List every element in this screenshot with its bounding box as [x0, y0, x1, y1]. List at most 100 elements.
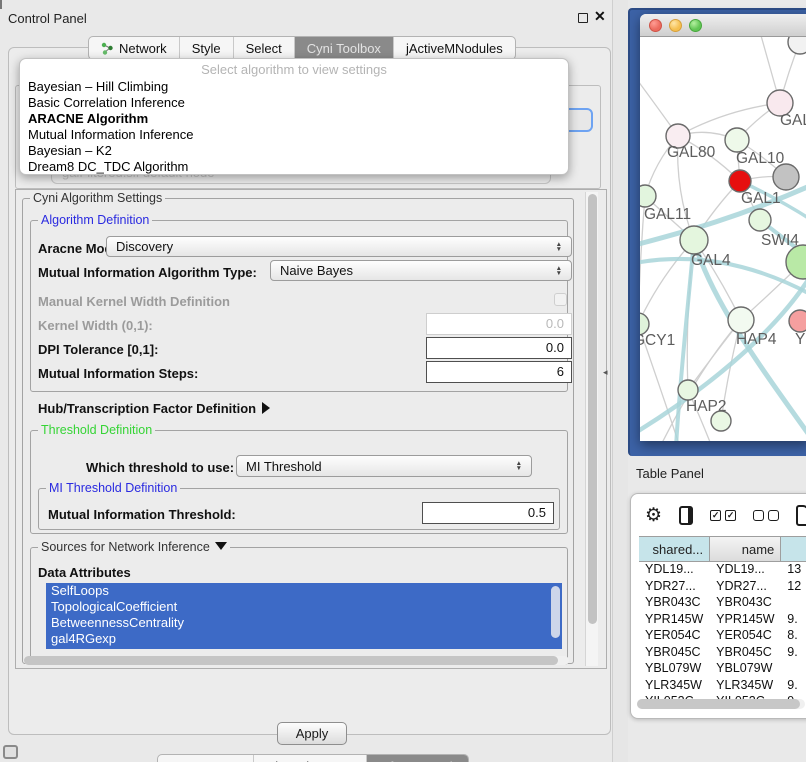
- data-attributes-list[interactable]: SelfLoopsTopologicalCoefficientBetweenne…: [46, 583, 562, 649]
- dpi-tolerance-field[interactable]: 0.0: [426, 337, 572, 359]
- table-row[interactable]: YDL19...YDL19...13: [639, 562, 806, 579]
- network-node-n6[interactable]: [773, 164, 799, 190]
- table-row[interactable]: YBL079WYBL079W: [639, 661, 806, 678]
- network-icon: [101, 42, 114, 55]
- group-title: Cyni Algorithm Settings: [30, 191, 165, 205]
- mi-threshold-label: Mutual Information Threshold:: [48, 507, 236, 522]
- mi-type-combo[interactable]: Naive Bayes ▲▼: [270, 260, 572, 281]
- table-cell: 9.: [781, 645, 806, 662]
- screen: Control Panel ✕ galFiltered.sif default …: [0, 0, 806, 762]
- table-cell: YBR043C: [710, 595, 781, 612]
- column-header-shared...[interactable]: shared...: [639, 537, 710, 561]
- node-label-GAL4: GAL4: [691, 252, 731, 269]
- attribute-item-selected[interactable]: TopologicalCoefficient: [46, 599, 562, 615]
- gear-icon[interactable]: ⚙: [645, 504, 662, 527]
- manual-kernel-checkbox[interactable]: [554, 293, 567, 306]
- table-row[interactable]: YPR145WYPR145W9.: [639, 612, 806, 629]
- horizontal-scrollbar[interactable]: [24, 656, 569, 665]
- network-node-n10[interactable]: [786, 245, 806, 279]
- table-cell: YER054C: [710, 628, 781, 645]
- columns-icon[interactable]: [679, 506, 693, 525]
- data-attributes-label: Data Attributes: [38, 565, 131, 580]
- network-node-HAP2[interactable]: [678, 380, 698, 400]
- mi-steps-field[interactable]: 6: [426, 361, 572, 383]
- which-threshold-combo[interactable]: MI Threshold ▲▼: [236, 455, 532, 477]
- network-node-GAL4[interactable]: [680, 226, 708, 254]
- tab-label: Cyni Toolbox: [307, 41, 381, 56]
- table-row[interactable]: YER054CYER054C8.: [639, 628, 806, 645]
- tab-jactivemnodules[interactable]: jActiveMNodules: [394, 37, 515, 59]
- kernel-width-field[interactable]: 0.0: [426, 313, 572, 335]
- aracne-mode-combo[interactable]: Discovery ▲▼: [106, 236, 572, 257]
- close-traffic-light-icon[interactable]: [649, 19, 662, 32]
- network-node-SWI4[interactable]: [749, 209, 771, 231]
- node-label-GAL80: GAL80: [667, 144, 716, 161]
- tab-label: Select: [246, 41, 282, 56]
- table-cell: 12: [781, 579, 806, 596]
- list-scrollbar[interactable]: [551, 586, 560, 644]
- table-toolbar: ⚙ ✓✓: [631, 494, 806, 536]
- table-cell: YPR145W: [639, 612, 710, 629]
- apply-button[interactable]: Apply: [277, 722, 347, 745]
- expand-right-icon: [262, 402, 270, 414]
- node-label-GAL11: GAL11: [644, 206, 691, 223]
- network-node-HAP4[interactable]: [728, 307, 754, 333]
- dropdown-item[interactable]: ARACNE Algorithm: [20, 111, 568, 127]
- attribute-item-selected[interactable]: BetweennessCentrality: [46, 615, 562, 631]
- dropdown-item[interactable]: Dream8 DC_TDC Algorithm: [20, 159, 568, 175]
- tab-impute-data[interactable]: Impute Data: [158, 755, 254, 762]
- document-icon[interactable]: [796, 505, 806, 526]
- table-row[interactable]: YBR043CYBR043C: [639, 595, 806, 612]
- network-node-GAL1[interactable]: [729, 170, 751, 192]
- column-header-extra[interactable]: [781, 537, 806, 561]
- tab-select[interactable]: Select: [234, 37, 295, 59]
- tab-discretize-data[interactable]: Discretize Data: [254, 755, 367, 762]
- dropdown-item[interactable]: Basic Correlation Inference: [20, 95, 568, 111]
- table-row[interactable]: YBR045CYBR045C9.: [639, 645, 806, 662]
- table-cell: YDL19...: [710, 562, 781, 579]
- dropdown-header: Select algorithm to view settings: [20, 59, 568, 79]
- settings-scrollbar[interactable]: [585, 192, 598, 666]
- column-header-name[interactable]: name: [710, 537, 781, 561]
- table-cell: YDR27...: [639, 579, 710, 596]
- network-canvas[interactable]: GALGAL80GAL10GAL1GAL11SWI4GAL4GCY1HAP4YH…: [640, 37, 806, 441]
- network-window-titlebar[interactable]: [640, 14, 806, 37]
- hub-definition-expander[interactable]: Hub/Transcription Factor Definition: [38, 401, 270, 416]
- network-node-n1[interactable]: [788, 37, 806, 54]
- which-threshold-label: Which threshold to use:: [86, 460, 234, 475]
- minimized-panel-icon[interactable]: [3, 745, 18, 759]
- deselect-all-icon[interactable]: [753, 510, 779, 521]
- hub-definition-label: Hub/Transcription Factor Definition: [38, 401, 256, 416]
- table-rows: YDL19...YDL19...13YDR27...YDR27...12YBR0…: [639, 562, 806, 711]
- dropdown-item[interactable]: Mutual Information Inference: [20, 127, 568, 143]
- network-node-n13[interactable]: [789, 310, 806, 332]
- dropdown-item[interactable]: Bayesian – Hill Climbing: [20, 79, 568, 95]
- mi-threshold-field[interactable]: 0.5: [422, 502, 554, 524]
- split-pane-divider[interactable]: [612, 0, 628, 762]
- network-node-n15[interactable]: [711, 411, 731, 431]
- tab-infer-network[interactable]: Infer Network: [367, 755, 468, 762]
- node-label-n2: GAL: [780, 112, 806, 129]
- dpi-tolerance-label: DPI Tolerance [0,1]:: [38, 342, 158, 357]
- attribute-item-selected[interactable]: SelfLoops: [46, 583, 562, 599]
- network-node-GAL10[interactable]: [725, 128, 749, 152]
- table-horizontal-scrollbar[interactable]: [637, 699, 805, 709]
- minimize-traffic-light-icon[interactable]: [669, 19, 682, 32]
- table-row[interactable]: YLR345WYLR345W9.: [639, 678, 806, 695]
- combo-stepper-icon: ▲▼: [548, 242, 562, 252]
- select-all-icon[interactable]: ✓✓: [710, 510, 736, 521]
- table-cell: 9.: [781, 678, 806, 695]
- table-row[interactable]: YDR27...YDR27...12: [639, 579, 806, 596]
- attribute-item-selected[interactable]: gal4RGexp: [46, 631, 562, 647]
- network-node-GAL11[interactable]: [640, 185, 656, 207]
- sources-title-wrap[interactable]: Sources for Network Inference: [38, 540, 230, 554]
- divider-collapse-icon[interactable]: ◂: [603, 367, 608, 378]
- tab-style[interactable]: Style: [180, 37, 234, 59]
- cyni-settings-scrollpane: Cyni Algorithm Settings Algorithm Defini…: [15, 189, 607, 669]
- dropdown-item[interactable]: Bayesian – K2: [20, 143, 568, 159]
- mi-type-label: Mutual Information Algorithm Type:: [38, 265, 257, 280]
- algorithm-definition-title: Algorithm Definition: [38, 213, 152, 227]
- zoom-traffic-light-icon[interactable]: [689, 19, 702, 32]
- tab-cyni-toolbox[interactable]: Cyni Toolbox: [295, 37, 394, 59]
- tab-network[interactable]: Network: [89, 37, 180, 59]
